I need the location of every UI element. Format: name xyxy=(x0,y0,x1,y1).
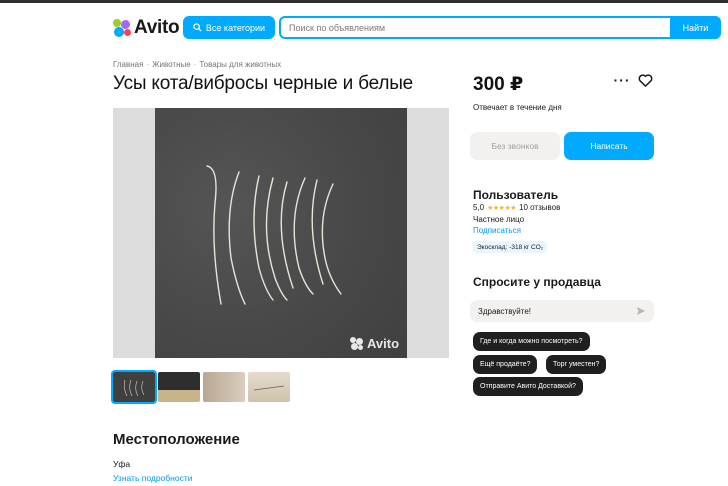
breadcrumb-separator: · xyxy=(146,60,150,69)
quick-question-chip[interactable]: Отправите Авито Доставкой? xyxy=(473,377,583,396)
search-input[interactable] xyxy=(281,18,666,37)
all-categories-button[interactable]: Все категории xyxy=(183,16,275,39)
breadcrumb-pet-goods[interactable]: Товары для животных xyxy=(199,60,281,69)
watermark-logo-icon xyxy=(350,336,364,351)
whiskers-image xyxy=(206,165,342,305)
quick-question-chip[interactable]: Ещё продаёте? xyxy=(473,355,538,374)
search-icon xyxy=(193,23,202,32)
thumbnail-1[interactable] xyxy=(111,370,157,404)
seller-name[interactable]: Пользователь xyxy=(473,188,558,202)
send-icon[interactable] xyxy=(636,306,646,316)
breadcrumb-animals[interactable]: Животные xyxy=(152,60,191,69)
write-message-button[interactable]: Написать xyxy=(564,132,654,160)
thumbnail-4[interactable] xyxy=(248,372,290,402)
heart-icon[interactable] xyxy=(638,73,653,88)
ask-seller-heading: Спросите у продавца xyxy=(473,275,601,289)
watermark-text: Avito xyxy=(367,336,400,351)
logo-text: Avito xyxy=(134,17,180,38)
more-icon[interactable]: ··· xyxy=(614,72,630,88)
subscribe-link[interactable]: Подписаться xyxy=(473,226,521,235)
reply-time-note: Отвечает в течение дня xyxy=(473,103,562,112)
price: 300 ₽ xyxy=(473,74,524,95)
rating-stars-icon: ★★★★★ xyxy=(487,204,517,212)
quick-question-chip[interactable]: Торг уместен? xyxy=(546,355,607,374)
thumbnail-2[interactable] xyxy=(158,372,200,402)
seller-rating: 5,0 ★★★★★ 10 отзывов xyxy=(473,203,560,212)
location-details-link[interactable]: Узнать подробности xyxy=(113,473,192,483)
message-input[interactable] xyxy=(478,302,628,320)
reviews-link[interactable]: 10 отзывов xyxy=(519,203,560,212)
rating-value: 5,0 xyxy=(473,203,485,212)
photo-thumbnails xyxy=(111,370,290,404)
photo-watermark: Avito xyxy=(350,336,399,351)
top-bar xyxy=(0,0,728,3)
breadcrumb-home[interactable]: Главная xyxy=(113,60,143,69)
search-button[interactable]: Найти xyxy=(670,16,721,39)
all-categories-label: Все категории xyxy=(205,22,266,33)
listing-title: Усы кота/вибросы черные и белые xyxy=(113,73,414,94)
breadcrumb-separator: · xyxy=(193,60,197,69)
eco-badge: Экосклад: -318 кг CO₂ xyxy=(473,241,548,253)
avito-logo[interactable]: Avito xyxy=(113,17,180,39)
location-city: Уфа xyxy=(113,459,131,469)
seller-type: Частное лицо xyxy=(473,215,525,224)
thumbnail-3[interactable] xyxy=(203,372,245,402)
location-heading: Местоположение xyxy=(113,431,240,448)
quick-question-chip[interactable]: Где и когда можно посмотреть? xyxy=(473,332,590,351)
main-photo[interactable]: Avito xyxy=(113,108,449,358)
no-calls-button[interactable]: Без звонков xyxy=(470,132,560,160)
breadcrumb: Главная · Животные · Товары для животных xyxy=(113,60,281,69)
logo-dots-icon xyxy=(113,19,131,37)
